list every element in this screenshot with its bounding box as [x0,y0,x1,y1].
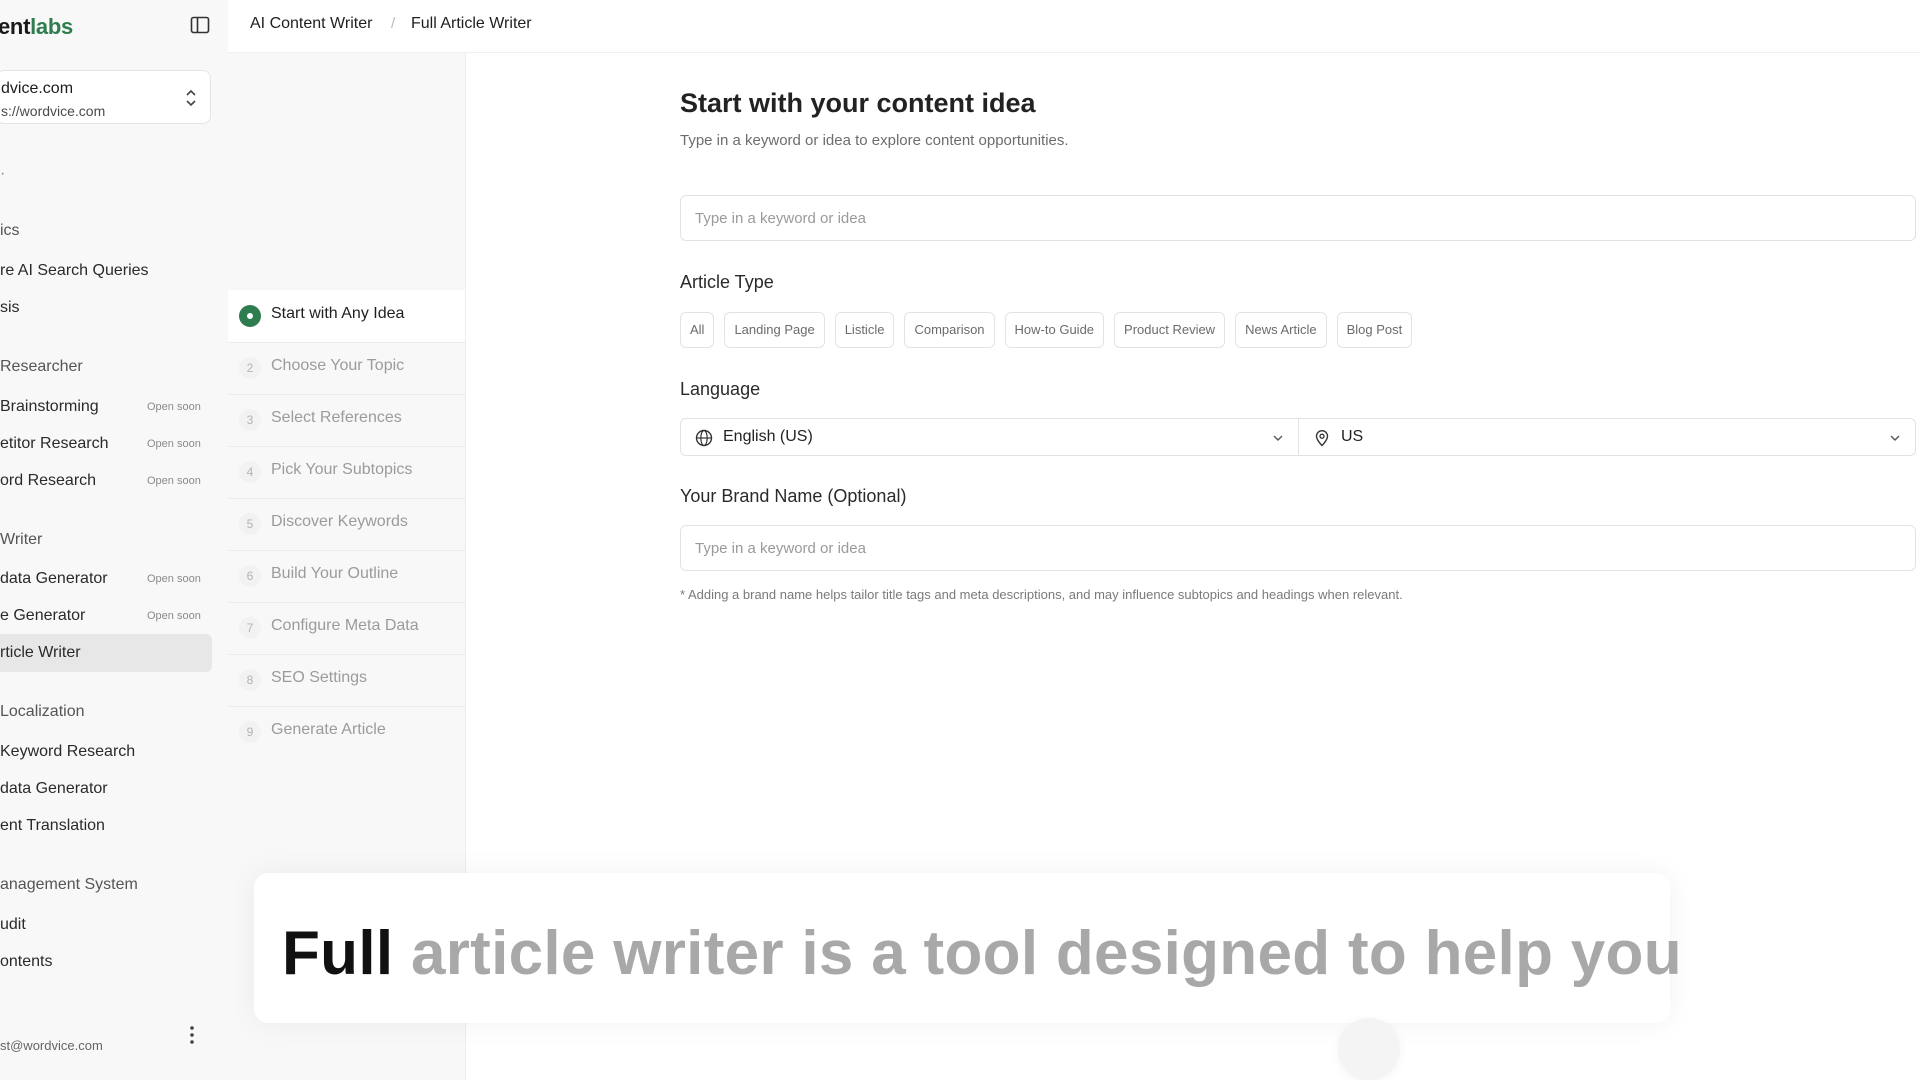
brand-logo[interactable]: entlabs [0,14,73,40]
step-label: Configure Meta Data [271,617,419,634]
step-label: Discover Keywords [271,513,408,530]
step-status-icon [239,305,261,327]
nav-section-writer: Writer [0,531,43,548]
step-label: Pick Your Subtopics [271,461,413,478]
breadcrumb: AI Content Writer / Full Article Writer [228,0,1920,53]
chip-news-article[interactable]: News Article [1235,312,1327,348]
region-select[interactable]: US [1298,418,1916,456]
article-type-heading: Article Type [680,272,774,292]
nav-item-competitor-research[interactable]: etitor Research [0,435,109,453]
chip-how-to-guide[interactable]: How-to Guide [1004,312,1105,348]
nav-section-localization: Localization [0,703,85,720]
step-number: 4 [239,461,261,483]
breadcrumb-separator: / [391,15,396,32]
chevron-updown-icon [186,89,196,107]
step-label: SEO Settings [271,669,368,686]
brand-suffix: labs [30,14,73,39]
chip-product-review[interactable]: Product Review [1114,312,1226,348]
brand-prefix: ent [0,14,31,39]
step-generate-article[interactable]: 9 Generate Article [228,706,465,758]
chip-comparison[interactable]: Comparison [904,312,995,348]
nav-item-analysis[interactable]: sis [0,299,20,317]
step-number: 8 [239,669,261,691]
globe-icon [695,429,713,447]
nav-item-metadata-generator[interactable]: data Generator [0,570,108,588]
nav-section-content-management: anagement System [0,876,138,893]
sidebar-toggle-icon[interactable] [190,15,210,35]
step-label: Build Your Outline [271,565,399,582]
breadcrumb-current: Full Article Writer [411,15,532,32]
step-configure-meta-data[interactable]: 7 Configure Meta Data [228,602,465,654]
more-vertical-icon[interactable] [184,1024,200,1046]
nav-fragment: · [0,165,6,182]
language-select[interactable]: English (US) [680,418,1299,456]
step-start-with-any-idea[interactable]: Start with Any Idea [228,290,465,342]
site-name: dvice.com [1,80,74,97]
nav-item-ai-search-queries[interactable]: re AI Search Queries [0,262,149,280]
chevron-down-icon [1890,435,1900,441]
language-heading: Language [680,379,761,399]
caption-rest: article writer is a tool designed to hel… [410,919,1682,988]
badge-open-soon: Open soon [147,610,201,622]
badge-open-soon: Open soon [147,475,201,487]
step-label: Generate Article [271,721,386,738]
chevron-down-icon [1273,435,1283,441]
caption-highlight: Full [282,919,394,988]
page-subtitle: Type in a keyword or idea to explore con… [680,132,1069,149]
chip-landing-page[interactable]: Landing Page [724,312,825,348]
step-pick-your-subtopics[interactable]: 4 Pick Your Subtopics [228,446,465,498]
step-number: 7 [239,617,261,639]
caption-text: Full article writer is a tool designed t… [282,918,1682,989]
chip-listicle[interactable]: Listicle [834,312,895,348]
chip-all[interactable]: All [680,312,715,348]
map-pin-icon [1315,430,1329,447]
page-title: Start with your content idea [680,88,1036,118]
badge-open-soon: Open soon [147,573,201,585]
nav-item-keyword-research[interactable]: ord Research [0,472,96,490]
step-choose-your-topic[interactable]: 2 Choose Your Topic [228,342,465,394]
step-number: 9 [239,721,261,743]
nav-item-brainstorming[interactable]: Brainstorming [0,398,99,416]
chip-blog-post[interactable]: Blog Post [1336,312,1413,348]
nav-item-audit[interactable]: udit [0,916,26,934]
nav-item-content-translation[interactable]: ent Translation [0,817,105,835]
nav-section-analytics: ics [0,222,20,239]
language-value: English (US) [723,428,813,445]
nav-item-full-article-writer[interactable]: rticle Writer [0,644,81,662]
step-number: 3 [239,409,261,431]
nav-section-researcher: Researcher [0,358,83,375]
region-value: US [1341,428,1364,445]
site-url: s://wordvice.com [1,103,106,119]
step-label: Select References [271,409,402,426]
step-number: 2 [239,357,261,379]
nav-item-contents[interactable]: ontents [0,953,52,971]
step-select-references[interactable]: 3 Select References [228,394,465,446]
step-label: Start with Any Idea [271,305,405,322]
breadcrumb-parent[interactable]: AI Content Writer [250,15,372,33]
step-discover-keywords[interactable]: 5 Discover Keywords [228,498,465,550]
floating-button[interactable] [1338,1018,1400,1080]
article-type-chips: All Landing Page Listicle Comparison How… [680,312,1413,348]
step-number: 5 [239,513,261,535]
step-seo-settings[interactable]: 8 SEO Settings [228,654,465,706]
badge-open-soon: Open soon [147,401,201,413]
site-selector[interactable]: dvice.com s://wordvice.com [0,70,211,124]
nav-item-localized-metadata-generator[interactable]: data Generator [0,780,108,798]
brand-name-heading: Your Brand Name (Optional) [680,486,907,506]
badge-open-soon: Open soon [147,438,201,450]
step-build-your-outline[interactable]: 6 Build Your Outline [228,550,465,602]
step-number: 6 [239,565,261,587]
user-email: st@wordvice.com [0,1038,103,1053]
nav-item-title-generator[interactable]: e Generator [0,607,85,625]
idea-input[interactable] [680,195,1916,241]
nav-item-localized-keyword-research[interactable]: Keyword Research [0,743,135,761]
sidebar: entlabs dvice.com s://wordvice.com · ics… [0,0,229,1080]
brand-name-input[interactable] [680,525,1916,571]
step-label: Choose Your Topic [271,357,405,374]
brand-name-note: * Adding a brand name helps tailor title… [680,587,1403,602]
